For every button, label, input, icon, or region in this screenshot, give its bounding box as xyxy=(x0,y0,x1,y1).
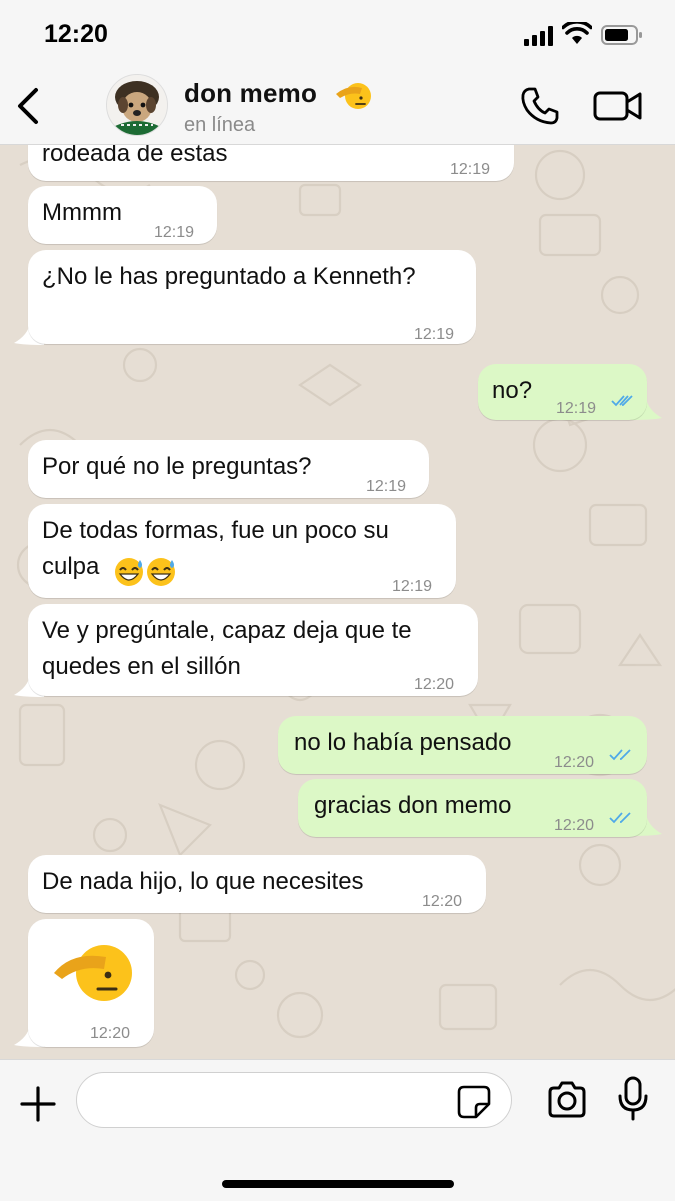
message-time: 12:19 xyxy=(450,161,491,178)
message-text: De todas formas, fue un poco su xyxy=(42,517,389,544)
message-text: De nada hijo, lo que necesites xyxy=(42,868,364,895)
message-text-line2: culpa xyxy=(42,553,100,580)
battery-icon xyxy=(601,25,642,45)
chat-header: don memo en línea xyxy=(0,68,675,145)
message-outgoing[interactable]: no lo había pensado 12:20 xyxy=(278,716,647,774)
camera-button[interactable] xyxy=(546,1080,588,1120)
message-time: 12:20 xyxy=(90,1025,131,1042)
message-incoming[interactable]: Por qué no le preguntas? 12:19 xyxy=(28,440,429,498)
message-incoming[interactable]: De nada hijo, lo que necesites 12:20 xyxy=(28,855,486,913)
message-time: 12:20 xyxy=(422,893,463,910)
message-text: Mmmm xyxy=(42,199,122,226)
back-button[interactable] xyxy=(10,82,50,130)
message-text: Ve y pregúntale, capaz deja que te xyxy=(42,617,412,644)
message-text-line2: quedes en el sillón xyxy=(42,653,241,680)
message-incoming[interactable]: Ve y pregúntale, capaz deja que te quede… xyxy=(28,604,478,696)
message-time: 12:19 xyxy=(414,326,455,343)
wifi-icon xyxy=(562,22,592,44)
message-time: 12:20 xyxy=(554,817,595,834)
message-text: gracias don memo xyxy=(314,792,512,819)
dog-avatar-icon xyxy=(107,75,167,135)
avatar[interactable] xyxy=(106,74,168,136)
message-incoming[interactable]: ¿No le has preguntado a Kenneth? 12:19 xyxy=(28,250,476,344)
microphone-button[interactable] xyxy=(616,1076,650,1122)
message-outgoing[interactable]: no? 12:19 xyxy=(478,364,647,420)
home-indicator[interactable] xyxy=(222,1180,454,1188)
message-text: Por qué no le preguntas? xyxy=(42,453,312,480)
message-time: 12:20 xyxy=(554,754,595,771)
chat-area[interactable]: rodeada de estas 12:19 Mmmm 12:19 ¿No le… xyxy=(0,145,675,1059)
read-ticks-icon xyxy=(609,812,631,824)
grinning-sweat-face-icon xyxy=(115,558,175,586)
saluting-face-icon xyxy=(336,83,371,109)
message-text: no? xyxy=(492,377,533,404)
message-time: 12:19 xyxy=(154,224,195,241)
message-time: 12:20 xyxy=(414,676,455,693)
message-text: ¿No le has preguntado a Kenneth? xyxy=(42,263,416,290)
message-text: rodeada de estas xyxy=(42,145,228,167)
message-outgoing[interactable]: gracias don memo 12:20 xyxy=(298,779,647,837)
message-incoming[interactable]: 12:20 xyxy=(28,919,154,1047)
status-time: 12:20 xyxy=(44,20,108,48)
message-input[interactable] xyxy=(76,1072,512,1128)
input-bar xyxy=(0,1059,675,1201)
status-bar: 12:20 xyxy=(0,0,675,68)
message-incoming[interactable]: rodeada de estas 12:19 xyxy=(28,145,514,181)
contact-status: en línea xyxy=(184,114,256,136)
read-ticks-icon xyxy=(611,395,633,407)
cellular-signal-icon xyxy=(524,26,553,46)
message-text: no lo había pensado xyxy=(294,729,512,756)
message-time: 12:19 xyxy=(392,578,433,595)
message-incoming[interactable]: De todas formas, fue un poco su culpa 12… xyxy=(28,504,456,598)
message-time: 12:19 xyxy=(366,478,407,495)
saluting-face-icon xyxy=(54,945,132,1001)
contact-name[interactable]: don memo xyxy=(184,78,317,109)
message-time: 12:19 xyxy=(556,400,597,417)
attach-plus-button[interactable] xyxy=(18,1084,58,1124)
message-incoming[interactable]: Mmmm 12:19 xyxy=(28,186,217,244)
sticker-icon[interactable] xyxy=(456,1084,492,1120)
video-call-button[interactable] xyxy=(592,86,644,126)
voice-call-button[interactable] xyxy=(518,84,562,128)
read-ticks-icon xyxy=(609,749,631,761)
